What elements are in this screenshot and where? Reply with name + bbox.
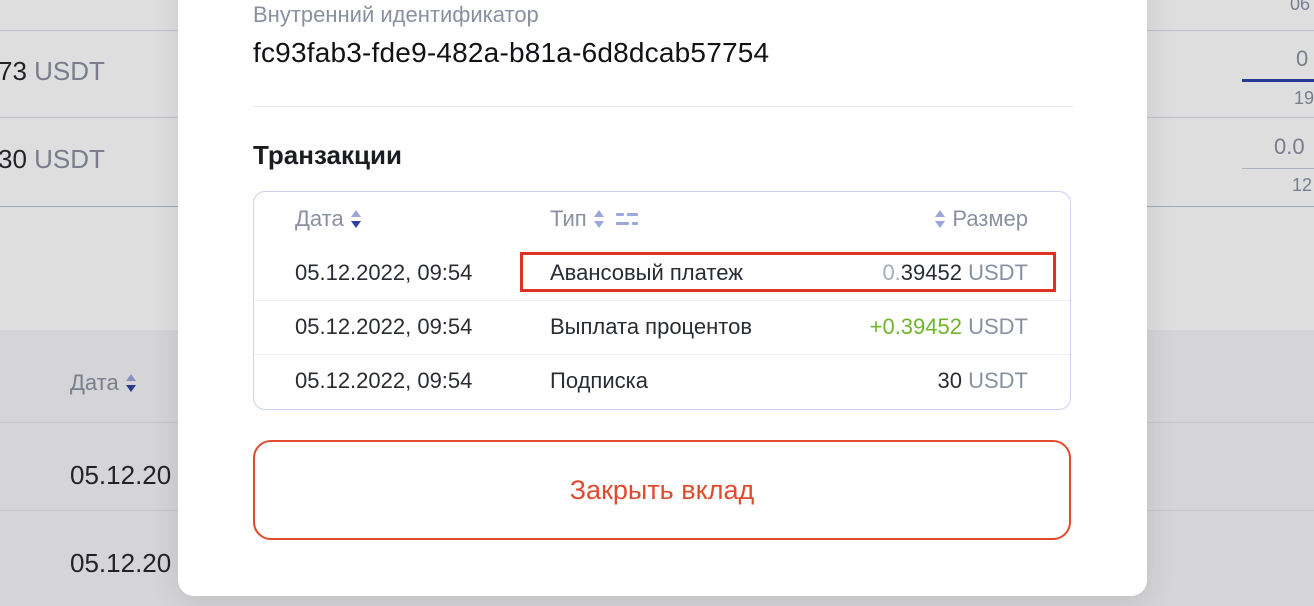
row-date: 05.12.2022, 09:54	[295, 368, 473, 393]
header-amount-label: Размер	[952, 206, 1028, 231]
sort-icon[interactable]	[593, 208, 605, 230]
row-amount-currency: USDT	[968, 368, 1028, 393]
internal-id-label: Внутренний идентификатор	[253, 2, 539, 27]
row-amount: 30 USDT	[938, 368, 1029, 394]
row-amount-value: +0.39452	[869, 314, 962, 339]
row-date: 05.12.2022, 09:54	[295, 260, 473, 285]
table-row[interactable]: 05.12.2022, 09:54 Подписка 30 USDT	[254, 354, 1070, 408]
header-amount[interactable]: Размер	[934, 206, 1028, 232]
sort-icon[interactable]	[350, 208, 362, 230]
transactions-table: Дата Тип Размер 05.12.2022, 09:54 Авансо…	[253, 191, 1071, 410]
sort-icon[interactable]	[934, 208, 946, 230]
header-type[interactable]: Тип	[550, 206, 639, 232]
row-type: Подписка	[550, 368, 648, 393]
table-row[interactable]: 05.12.2022, 09:54 Выплата процентов +0.3…	[254, 300, 1070, 354]
row-amount-value: 30	[937, 368, 962, 393]
filter-icon[interactable]	[615, 210, 639, 228]
close-deposit-button[interactable]: Закрыть вклад	[253, 440, 1071, 540]
internal-id-value: fc93fab3-fde9-482a-b81a-6d8dcab57754	[253, 37, 770, 68]
transactions-title: Транзакции	[253, 140, 402, 170]
highlight-box	[520, 252, 1056, 292]
header-date-label: Дата	[295, 206, 344, 231]
section-divider	[253, 106, 1073, 107]
header-date[interactable]: Дата	[295, 206, 362, 232]
row-date: 05.12.2022, 09:54	[295, 314, 473, 339]
deposit-modal: Внутренний идентификатор fc93fab3-fde9-4…	[178, 0, 1147, 596]
row-type: Выплата процентов	[550, 314, 753, 339]
row-amount-currency: USDT	[968, 314, 1028, 339]
row-amount: +0.39452 USDT	[870, 314, 1028, 340]
header-type-label: Тип	[550, 206, 587, 231]
